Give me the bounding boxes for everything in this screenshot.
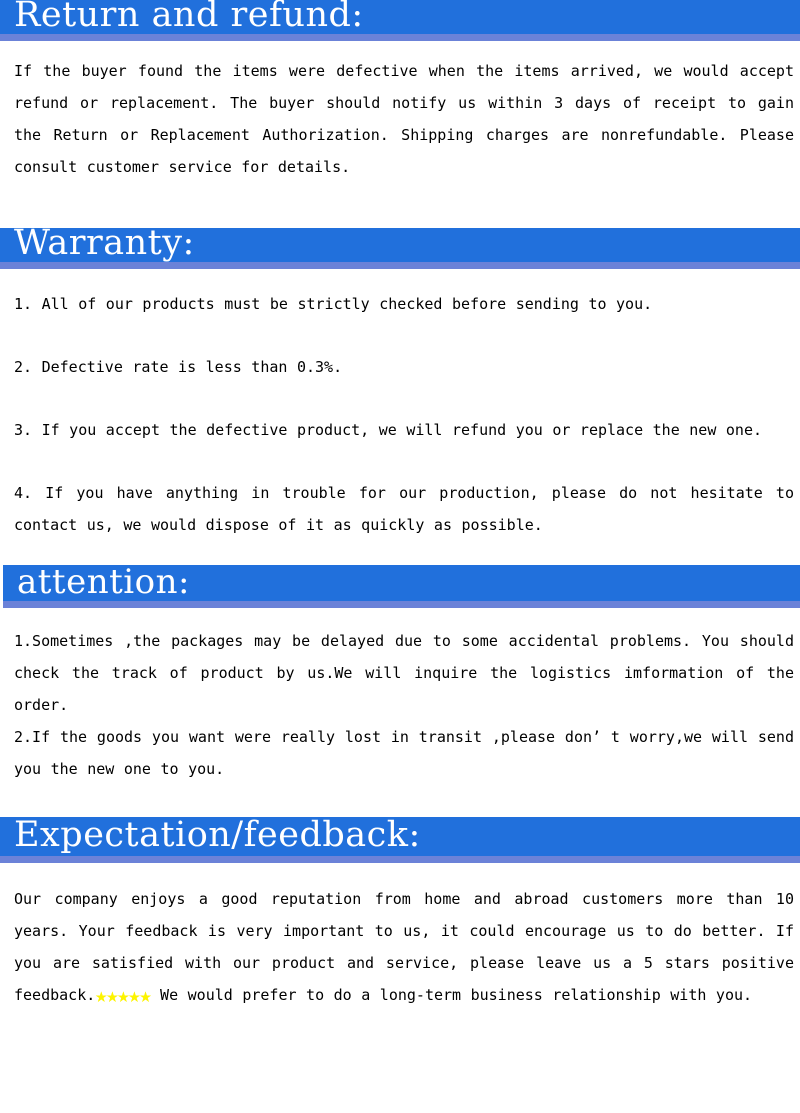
section-banner-warranty: Warranty: — [0, 228, 800, 269]
section-body-return: If the buyer found the items were defect… — [0, 55, 800, 183]
star-icon: ★ — [95, 983, 107, 1007]
paragraph: If the buyer found the items were defect… — [14, 62, 794, 176]
star-icon: ★ — [117, 983, 129, 1007]
section-heading-attention: attention: — [17, 565, 190, 602]
paragraph: Our company enjoys a good reputation fro… — [14, 883, 794, 1013]
list-item: 3. If you accept the defective product, … — [14, 421, 763, 439]
list-item: 4. If you have anything in trouble for o… — [14, 484, 794, 534]
star-icon: ★ — [106, 983, 118, 1007]
section-banner-return: Return and refund: — [0, 0, 800, 41]
star-icon: ★ — [128, 983, 140, 1007]
section-banner-expectation: Expectation/feedback: — [0, 817, 800, 863]
section-body-warranty: 1. All of our products must be strictly … — [0, 288, 800, 541]
feedback-text-after-stars: We would prefer to do a long-term busine… — [150, 986, 753, 1004]
section-body-attention: 1.Sometimes ,the packages may be delayed… — [0, 625, 800, 785]
list-item: 1.Sometimes ,the packages may be delayed… — [14, 632, 794, 714]
section-body-expectation: Our company enjoys a good reputation fro… — [0, 883, 800, 1013]
list-item: 2. Defective rate is less than 0.3%. — [14, 358, 343, 376]
section-heading-warranty: Warranty: — [14, 228, 195, 263]
star-rating: ★★★★★ — [95, 981, 151, 1013]
star-icon: ★ — [139, 983, 151, 1007]
list-item: 2.If the goods you want were really lost… — [14, 728, 794, 778]
section-banner-attention: attention: — [3, 565, 800, 608]
section-heading-expectation: Expectation/feedback: — [14, 817, 421, 855]
list-item: 1. All of our products must be strictly … — [14, 295, 653, 313]
policy-page: Return and refund: If the buyer found th… — [0, 0, 800, 1113]
section-heading-return: Return and refund: — [14, 0, 364, 35]
